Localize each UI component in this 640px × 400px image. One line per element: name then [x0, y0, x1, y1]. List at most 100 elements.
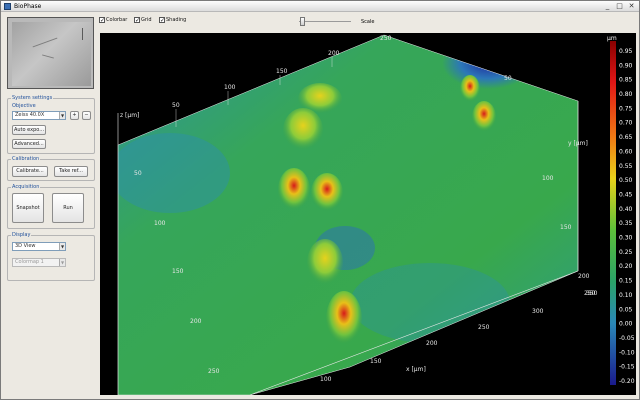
camera-preview: [7, 17, 94, 89]
scale-label: Scale: [361, 19, 375, 25]
shading-checkbox[interactable]: ✓ Shading: [159, 17, 187, 24]
system-settings-group: System settings Objective Zeiss 40.0X ▼ …: [7, 95, 95, 154]
check-icon: ✓: [99, 17, 106, 24]
colormap-select[interactable]: Colormap 1 ▼: [12, 258, 66, 267]
left-panel: System settings Objective Zeiss 40.0X ▼ …: [5, 15, 95, 397]
surface-plot[interactable]: 50 100 150 200 250 z [µm] 50 100 150 200…: [100, 33, 636, 395]
blue-region: [350, 263, 510, 343]
grid-label: Grid: [141, 17, 152, 23]
top-axis-tick: 250: [380, 35, 392, 42]
colorbar-tick-label: 0.60: [619, 148, 633, 155]
left-axis-tick: 50: [134, 170, 142, 177]
colorbar-tick-label: 0.85: [619, 77, 633, 84]
run-button[interactable]: Run: [52, 193, 84, 223]
bottom-axis-tick: 300: [532, 308, 544, 315]
colorbar-tick-label: 0.05: [619, 306, 633, 313]
app-window: BioPhase _ □ ✕ System settings Objective…: [0, 0, 640, 400]
colorbar-tick-label: 0.15: [619, 278, 633, 285]
app-icon: [4, 3, 11, 10]
chevron-down-icon: ▼: [59, 112, 65, 119]
preview-image: [12, 22, 91, 86]
colorbar-tick-label: 0.75: [619, 105, 633, 112]
top-axis-tick: 200: [328, 50, 340, 57]
acquisition-group: Acquisition Snapshot Run: [7, 184, 95, 229]
surface-peak: [278, 168, 310, 212]
shading-label: Shading: [166, 17, 187, 23]
colorbar-label: Colorbar: [106, 17, 128, 23]
view-mode-select[interactable]: 3D View ▼: [12, 242, 66, 251]
close-button[interactable]: ✕: [627, 2, 636, 10]
colorbar-tick-label: 0.80: [619, 91, 633, 98]
top-axis-tick: 50: [172, 102, 180, 109]
surface-peak: [307, 239, 343, 287]
check-icon: ✓: [134, 17, 141, 24]
maximize-button[interactable]: □: [615, 2, 624, 10]
grid-checkbox[interactable]: ✓ Grid: [134, 17, 152, 24]
right-axis-tick: 200: [578, 273, 590, 280]
scale-slider-track[interactable]: [299, 21, 351, 22]
calibration-group: Calibration Calibrate... Take ref...: [7, 156, 95, 181]
colorbar-tick-label: 0.25: [619, 249, 633, 256]
colormap-value: Colormap 1: [15, 259, 44, 265]
display-group: Display 3D View ▼ Colormap 1 ▼: [7, 232, 95, 281]
colorbar-checkbox[interactable]: ✓ Colorbar: [99, 17, 128, 24]
blue-region: [118, 133, 230, 213]
top-axis-tick: 100: [224, 84, 236, 91]
acquisition-title: Acquisition: [11, 184, 41, 190]
display-title: Display: [11, 232, 32, 238]
3d-viewer[interactable]: 50 100 150 200 250 z [µm] 50 100 150 200…: [100, 33, 636, 395]
right-axis-tick: 100: [542, 175, 554, 182]
colorbar-tick-label: 0.30: [619, 235, 633, 242]
check-icon: ✓: [159, 17, 166, 24]
scale-slider-thumb[interactable]: [299, 17, 305, 26]
colorbar-tick-label: 0.00: [619, 321, 633, 328]
colorbar-tick-label: 0.65: [619, 134, 633, 141]
left-axis-tick: 100: [154, 220, 166, 227]
top-axis-tick: 150: [276, 68, 288, 75]
right-axis-tick: 150: [560, 224, 572, 231]
bottom-axis-tick: 350: [586, 290, 598, 297]
objective-plus-button[interactable]: +: [70, 111, 79, 120]
colorbar-tick-label: 0.40: [619, 206, 633, 213]
objective-select[interactable]: Zeiss 40.0X ▼: [12, 111, 66, 120]
colorbar: [610, 41, 616, 385]
y-axis-label: y [µm]: [568, 140, 588, 147]
view-toolbar: ✓ Colorbar ✓ Grid ✓ Shading Scale: [99, 15, 399, 27]
window-title: BioPhase: [14, 3, 42, 10]
calibration-title: Calibration: [11, 156, 41, 162]
colorbar-tick-label: 0.20: [619, 263, 633, 270]
bottom-axis-tick: 100: [320, 376, 332, 383]
bottom-axis-tick: 200: [426, 340, 438, 347]
colorbar-tick-label: 0.70: [619, 120, 633, 127]
colorbar-tick-label: 0.90: [619, 62, 633, 69]
right-axis-tick: 50: [504, 75, 512, 82]
objective-label: Objective: [12, 103, 36, 109]
snapshot-button[interactable]: Snapshot: [12, 193, 44, 223]
left-axis-tick: 150: [172, 268, 184, 275]
chevron-down-icon: ▼: [59, 259, 65, 266]
view-mode-value: 3D View: [15, 243, 36, 249]
colorbar-tick-label: 0.50: [619, 177, 633, 184]
surface-peak: [460, 75, 480, 103]
colorbar-tick-label: -0.15: [619, 364, 635, 371]
left-axis-tick: 200: [190, 318, 202, 325]
objective-minus-button[interactable]: −: [82, 111, 91, 120]
z-axis-label: z [µm]: [120, 112, 139, 119]
surface-peak: [326, 291, 362, 347]
left-axis-tick: 250: [208, 368, 220, 375]
system-settings-title: System settings: [11, 95, 54, 101]
colorbar-tick-label: -0.05: [619, 335, 635, 342]
take-ref-button[interactable]: Take ref...: [54, 166, 88, 177]
advanced-button[interactable]: Advanced...: [12, 139, 46, 149]
calibrate-button[interactable]: Calibrate...: [12, 166, 48, 177]
colorbar-tick-label: 0.35: [619, 220, 633, 227]
bottom-axis-tick: 150: [370, 358, 382, 365]
colorbar-tick-label: 0.10: [619, 292, 633, 299]
colorbar-unit: µm: [607, 35, 617, 42]
auto-expo-button[interactable]: Auto expo...: [12, 125, 46, 135]
surface-peak: [472, 101, 496, 133]
colorbar-tick-label: 0.45: [619, 191, 633, 198]
minimize-button[interactable]: _: [603, 2, 612, 10]
title-bar[interactable]: BioPhase _ □ ✕: [1, 1, 639, 12]
colorbar-tick-label: 0.55: [619, 163, 633, 170]
